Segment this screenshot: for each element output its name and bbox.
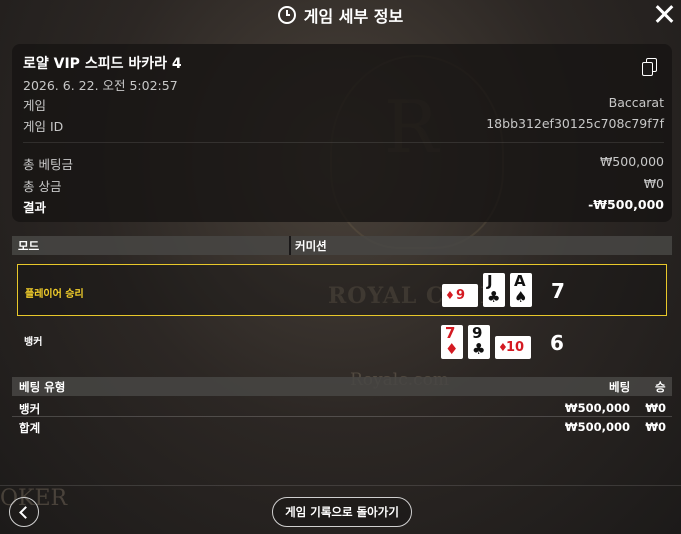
playing-card: ♦ 9 [442, 284, 478, 307]
mode-header: 모드 커미션 [12, 236, 672, 255]
game-name: 로얄 VIP 스피드 바카라 4 [23, 56, 182, 72]
player-result-row: 플레이어 승리 ♦ 9 J ♣ A ♠ 7 [17, 264, 667, 316]
chevron-left-icon[interactable] [9, 497, 39, 527]
bet-type-cell: 뱅커 [19, 402, 41, 416]
commission-column-header: 커미션 [295, 239, 327, 253]
table-row: 합계 ₩500,000 ₩0 [12, 418, 672, 435]
title-bar: 게임 세부 정보 [0, 0, 681, 30]
bet-table-header: 베팅 유형 베팅 승 [12, 377, 672, 396]
close-icon[interactable] [653, 3, 675, 25]
bet-amount-cell: ₩500,000 [564, 401, 630, 415]
player-score: 7 [551, 279, 565, 303]
divider [23, 142, 664, 143]
player-win-label: 플레이어 승리 [25, 289, 84, 300]
game-id-value: 18bb312ef30125c708c79f7f [486, 116, 664, 131]
result-value: -₩500,000 [588, 197, 664, 212]
total-win-value: ₩0 [643, 176, 664, 191]
history-clock-icon [277, 6, 296, 24]
win-amount-cell: ₩0 [645, 401, 666, 415]
result-label: 결과 [23, 200, 47, 215]
mode-column-header: 모드 [18, 239, 40, 253]
game-id-label: 게임 ID [23, 119, 64, 134]
game-label: 게임 [23, 98, 47, 113]
total-bet-value: ₩500,000 [599, 154, 664, 169]
banker-result-row: 뱅커 7 ♦ 9 ♣ ♦ 10 6 [17, 322, 667, 374]
playing-card: J ♣ [483, 273, 505, 307]
bet-type-cell: 합계 [19, 421, 41, 435]
footer-divider [0, 485, 681, 486]
player-cards: ♦ 9 J ♣ A ♠ [442, 273, 532, 307]
banker-cards: 7 ♦ 9 ♣ ♦ 10 [441, 325, 531, 359]
bet-amount-cell: ₩500,000 [564, 420, 630, 434]
playing-card: A ♠ [510, 273, 532, 307]
playing-card: ♦ 10 [495, 336, 531, 359]
playing-card: 7 ♦ [441, 325, 463, 359]
playing-card: 9 ♣ [468, 325, 490, 359]
total-bet-label: 총 베팅금 [23, 157, 73, 172]
win-amount-header: 승 [655, 380, 666, 394]
table-row: 뱅커 ₩500,000 ₩0 [12, 399, 672, 417]
bet-type-header: 베팅 유형 [19, 380, 66, 394]
game-datetime: 2026. 6. 22. 오전 5:02:57 [23, 78, 178, 93]
total-win-label: 총 상금 [23, 179, 62, 194]
column-separator [289, 236, 291, 255]
banker-score: 6 [550, 331, 564, 355]
back-to-history-button[interactable]: 게임 기록으로 돌아가기 [272, 497, 412, 527]
copy-icon[interactable] [642, 58, 658, 76]
game-info-card: 로얄 VIP 스피드 바카라 4 2026. 6. 22. 오전 5:02:57… [12, 44, 672, 222]
banker-label: 뱅커 [24, 337, 43, 348]
bet-amount-header: 베팅 [609, 380, 631, 394]
game-value: Baccarat [608, 95, 664, 110]
page-title: 게임 세부 정보 [303, 7, 404, 26]
win-amount-cell: ₩0 [645, 420, 666, 434]
